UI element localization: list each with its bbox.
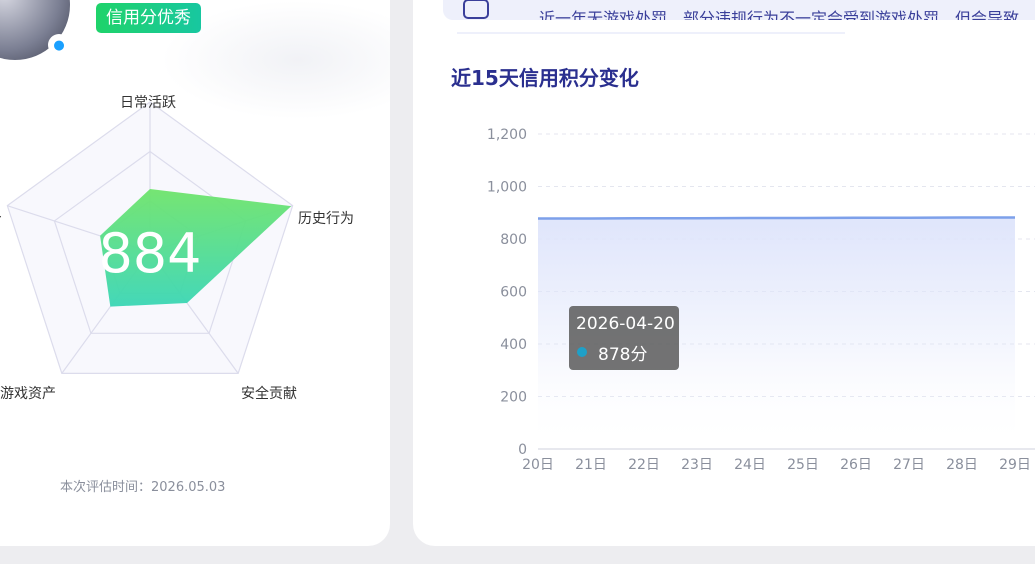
credit-trend-card: 近一年无游戏处罚，部分违规行为不一定会受到游戏处罚，但会导致 近15天信用积分变… xyxy=(413,0,1035,546)
radar-label-security-contribution: 安全贡献 xyxy=(241,386,297,402)
x-tick-label: 27日 xyxy=(893,457,925,473)
tooltip-series-dot xyxy=(577,347,587,357)
credit-score: 884 xyxy=(98,222,201,285)
y-tick-label: 1,000 xyxy=(487,180,527,196)
credit-radar-card: ● 信用分优秀 884 日常活跃 历史行为 安全贡献 游戏资产 身 本次评估时间… xyxy=(0,0,390,546)
series-line xyxy=(538,216,1015,220)
x-tick-label: 20日 xyxy=(522,457,554,473)
y-tick-label: 800 xyxy=(500,232,527,248)
x-tick-label: 25日 xyxy=(787,457,819,473)
y-tick-label: 600 xyxy=(500,285,527,301)
chart-tooltip: 2026-04-20 878分 xyxy=(569,306,679,370)
tooltip-value: 878分 xyxy=(598,345,648,365)
radar-label-history-behavior: 历史行为 xyxy=(298,211,354,227)
radar-label-daily-active: 日常活跃 xyxy=(120,95,176,111)
x-tick-label: 26日 xyxy=(840,457,872,473)
credit-trend-chart[interactable]: 0 200 400 600 800 1,000 1,200 20日 21日 22日 23日 24日 25… xyxy=(413,0,1035,546)
x-tick-label: 24日 xyxy=(734,457,766,473)
y-tick-label: 0 xyxy=(518,442,527,458)
x-tick-label: 23日 xyxy=(681,457,713,473)
radar-label-game-assets: 游戏资产 xyxy=(0,386,56,402)
radar-chart: 884 xyxy=(6,101,294,374)
evaluation-time: 本次评估时间：2026.05.03 xyxy=(60,480,226,495)
x-tick-label: 21日 xyxy=(575,457,607,473)
x-tick-label: 29日 xyxy=(999,457,1031,473)
x-tick-label: 22日 xyxy=(628,457,660,473)
x-tick-label: 28日 xyxy=(946,457,978,473)
radar-label-identity: 身 xyxy=(0,208,2,228)
y-tick-label: 400 xyxy=(500,337,527,353)
tooltip-date: 2026-04-20 xyxy=(576,314,675,334)
y-tick-label: 200 xyxy=(500,390,527,406)
y-tick-label: 1,200 xyxy=(487,127,527,143)
